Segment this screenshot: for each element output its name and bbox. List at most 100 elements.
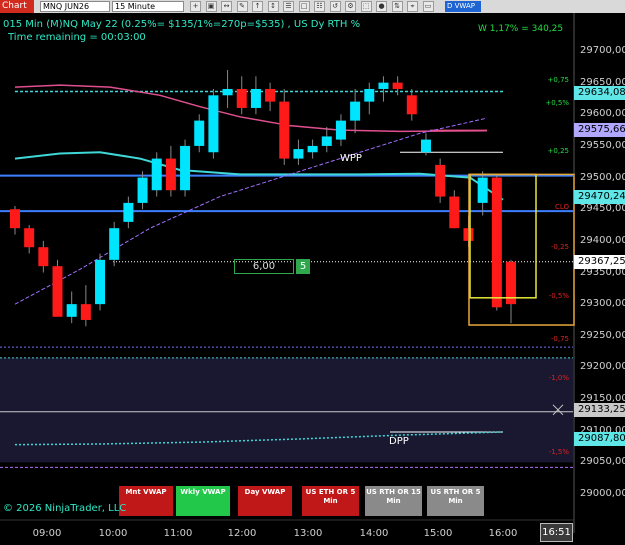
price-axis-tick: 29500,00 bbox=[580, 171, 625, 183]
candle bbox=[194, 114, 205, 153]
percent-level-label: -0,5% bbox=[548, 291, 569, 300]
price-axis-tick: 29450,00 bbox=[580, 203, 625, 215]
price-axis-tick: 29550,00 bbox=[580, 139, 625, 151]
percent-level-label: -1,0% bbox=[548, 373, 569, 382]
candle-body bbox=[180, 145, 191, 191]
candle-body bbox=[250, 88, 261, 108]
candle bbox=[38, 240, 49, 273]
toolbar-button[interactable]: ↔ bbox=[221, 1, 232, 12]
time-axis-tick: 14:00 bbox=[359, 528, 389, 539]
candle-body bbox=[10, 209, 20, 229]
indicator-button[interactable]: Day VWAP bbox=[238, 486, 292, 516]
toolbar-button[interactable]: ↑ bbox=[252, 1, 263, 12]
toolbar-button[interactable]: □ bbox=[298, 1, 310, 12]
candle bbox=[307, 139, 318, 159]
candle bbox=[109, 221, 120, 267]
candle bbox=[279, 88, 290, 165]
candle-body bbox=[165, 158, 176, 191]
toolbar-button[interactable]: ↺ bbox=[329, 1, 341, 12]
instrument-selector[interactable]: MNQ JUN26 bbox=[40, 1, 110, 12]
candle bbox=[66, 291, 77, 324]
toolbar-button[interactable]: ⌖ bbox=[407, 1, 418, 12]
candle bbox=[165, 145, 176, 197]
d-vwap-button[interactable]: D VWAP bbox=[445, 1, 481, 12]
candle bbox=[265, 82, 276, 112]
toolbar-button[interactable]: ↕ bbox=[267, 1, 279, 12]
candle bbox=[420, 133, 431, 156]
price-axis-tick: 29400,00 bbox=[580, 234, 625, 246]
candle bbox=[491, 174, 502, 311]
candle-body bbox=[52, 266, 63, 317]
candle bbox=[10, 206, 20, 235]
interval-selector[interactable]: 15 Minute bbox=[112, 1, 184, 12]
percent-level-label: -0,75 bbox=[550, 335, 569, 344]
indicator-button[interactable]: Mnt VWAP bbox=[119, 486, 173, 516]
candle-body bbox=[321, 136, 332, 146]
candle bbox=[137, 171, 148, 210]
time-axis-tick: 13:00 bbox=[293, 528, 323, 539]
toolbar-button[interactable]: ▭ bbox=[422, 1, 434, 12]
indicator-button[interactable]: Wkly VWAP bbox=[176, 486, 230, 516]
chart-tab[interactable]: Chart bbox=[0, 0, 34, 13]
candle-body bbox=[477, 177, 488, 203]
candle bbox=[293, 139, 304, 165]
time-axis-tick: 15:00 bbox=[423, 528, 453, 539]
candle-body bbox=[123, 202, 134, 222]
candle-body bbox=[420, 139, 431, 153]
current-time-label: 16:51 bbox=[540, 523, 573, 542]
candle-body bbox=[265, 88, 276, 102]
toolbar-button[interactable]: ⚙ bbox=[345, 1, 356, 12]
candle bbox=[250, 76, 261, 115]
candle-body bbox=[208, 95, 219, 153]
toolbar-button[interactable]: ⬚ bbox=[360, 1, 372, 12]
candle bbox=[123, 196, 134, 229]
toolbar-button[interactable]: ☰ bbox=[283, 1, 294, 12]
time-axis-tick: 10:00 bbox=[98, 528, 128, 539]
candle-body bbox=[435, 164, 446, 197]
indicator-button[interactable]: US RTH OR 5 Min bbox=[427, 486, 484, 516]
toolbar-button[interactable]: + bbox=[190, 1, 201, 12]
percent-level-label: -1,5% bbox=[548, 447, 569, 456]
toolbar-button[interactable]: ⇅ bbox=[391, 1, 403, 12]
price-axis-tick: 29600,00 bbox=[580, 108, 625, 120]
toolbar-button[interactable]: ● bbox=[376, 1, 387, 12]
price-tag: 29575,66 bbox=[574, 123, 625, 138]
candle-body bbox=[137, 177, 148, 203]
time-axis-tick: 16:00 bbox=[488, 528, 518, 539]
candle bbox=[392, 76, 403, 96]
candle bbox=[449, 190, 460, 229]
candle bbox=[335, 114, 346, 146]
candle-body bbox=[307, 145, 318, 153]
candle-body bbox=[279, 101, 290, 159]
indicator-button[interactable]: US RTH OR 15 Min bbox=[365, 486, 422, 516]
price-axis-tick: 29700,00 bbox=[580, 45, 625, 56]
candle bbox=[364, 82, 375, 115]
candle bbox=[208, 88, 219, 159]
candle bbox=[180, 139, 191, 197]
candle bbox=[406, 88, 417, 121]
shaded-zone bbox=[0, 357, 573, 463]
candle-body bbox=[95, 259, 106, 305]
price-tag: 29367,25 bbox=[574, 254, 625, 269]
percent-level-label: -0,25 bbox=[550, 242, 569, 251]
price-chart[interactable] bbox=[0, 13, 625, 545]
toolbar-button[interactable]: ✎ bbox=[236, 1, 248, 12]
toolbar-button[interactable]: ▣ bbox=[205, 1, 217, 12]
percent-level-label: +0,5% bbox=[545, 98, 569, 107]
indicator-button[interactable]: US ETH OR 5 Min bbox=[302, 486, 359, 516]
percent-level-label: +0,75 bbox=[547, 75, 569, 84]
price-axis-tick: 29300,00 bbox=[580, 298, 625, 310]
measure-box[interactable]: 6,00 bbox=[234, 259, 294, 274]
price-axis-tick: 29200,00 bbox=[580, 361, 625, 373]
toolbar-button[interactable]: ☷ bbox=[314, 1, 325, 12]
candle-body bbox=[449, 196, 460, 229]
candle-body bbox=[378, 82, 389, 89]
candle-body bbox=[392, 82, 403, 89]
candle bbox=[350, 88, 361, 134]
candle bbox=[236, 76, 247, 115]
price-tag: 29470,24 bbox=[574, 189, 625, 204]
candle bbox=[24, 225, 35, 254]
copyright: © 2026 NinjaTrader, LLC bbox=[3, 503, 127, 514]
candle-body bbox=[66, 304, 77, 317]
candle bbox=[151, 152, 162, 197]
